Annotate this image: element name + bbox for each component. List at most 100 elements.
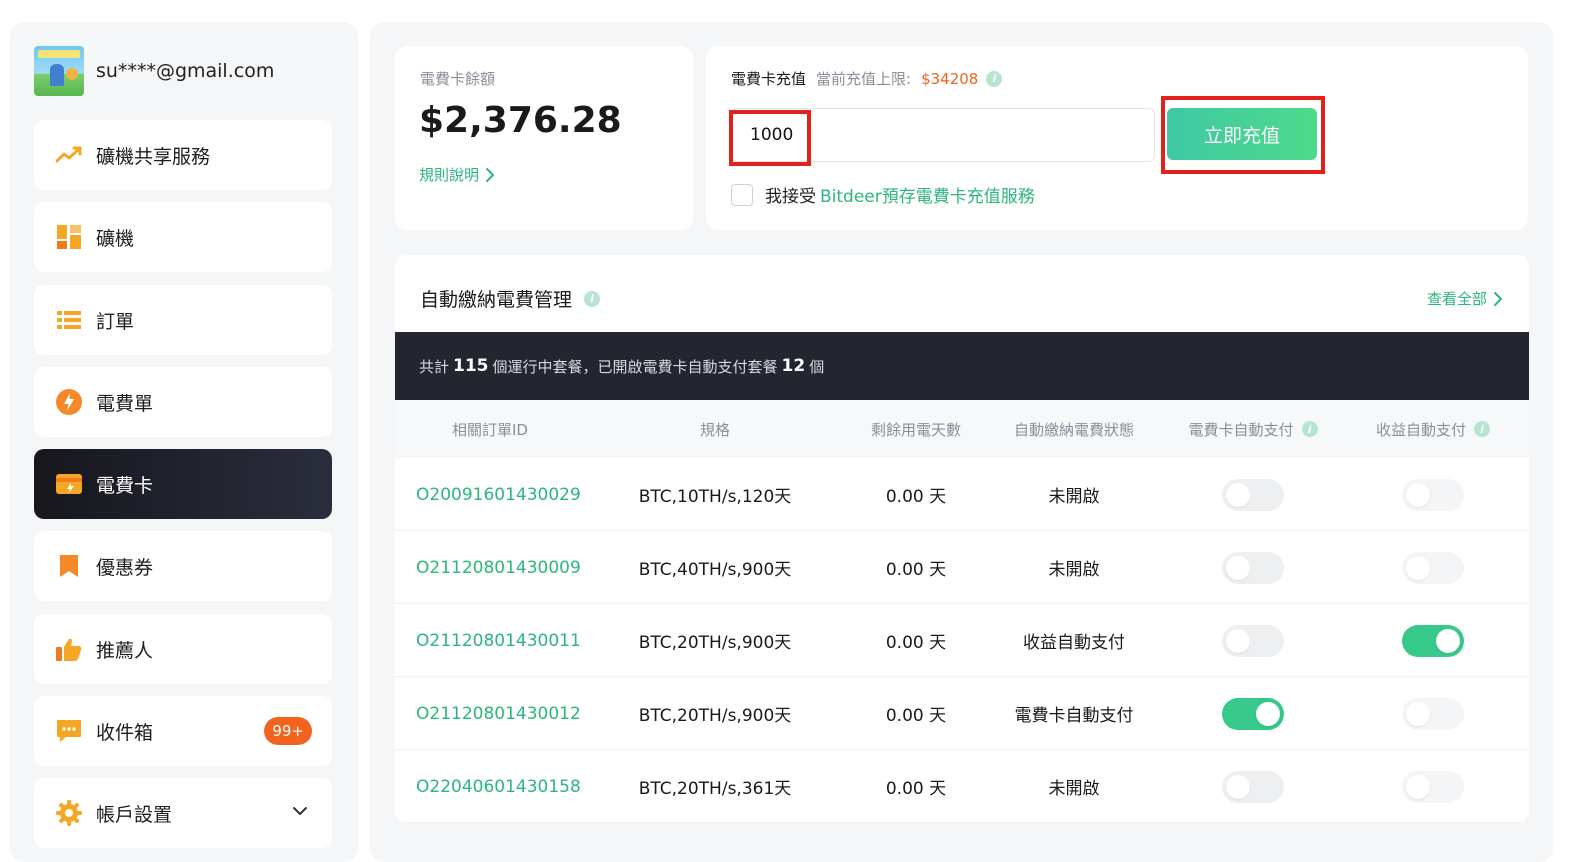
sidebar-item-electricity-bill[interactable]: 電費單 (34, 367, 332, 437)
auto-payment-card: 自動繳納電費管理 i 查看全部 共計 115 個運行中套餐，已開啟電費卡自動支付… (395, 255, 1529, 823)
sidebar-item-orders[interactable]: 訂單 (34, 285, 332, 355)
sidebar-item-inbox[interactable]: 收件箱 99+ (34, 696, 332, 766)
sidebar-item-mining-share[interactable]: 礦機共享服務 (34, 120, 332, 190)
card-auto-toggle[interactable] (1222, 478, 1284, 511)
table-row: O22040601430158 BTC,20TH/s,361天 0.00 天 未開啟 (395, 750, 1529, 823)
topup-header: 電費卡充值 當前充值上限: $34208 i (731, 68, 1003, 89)
spec-cell: BTC,20TH/s,900天 (638, 706, 792, 726)
sidebar: su****@gmail.com 礦機共享服務 礦機 訂單 電費單 電費卡 優惠… (10, 22, 358, 862)
chevron-down-icon[interactable] (292, 803, 308, 823)
agree-checkbox[interactable] (731, 183, 753, 206)
income-auto-toggle[interactable] (1402, 478, 1464, 511)
main-panel: 電費卡餘額 $2,376.28 規則說明 電費卡充值 當前充值上限: $3420… (370, 22, 1553, 862)
lightning-icon (56, 389, 82, 415)
card-auto-cell (1163, 458, 1343, 531)
spec-cell: BTC,10TH/s,120天 (638, 487, 792, 507)
rules-link-label: 規則說明 (419, 166, 480, 184)
income-auto-cell (1353, 750, 1513, 823)
agree-terms-link[interactable]: Bitdeer預存電費卡充值服務 (820, 182, 1035, 207)
info-icon[interactable]: i (1474, 421, 1490, 437)
income-auto-toggle[interactable] (1402, 697, 1464, 730)
order-id-link[interactable]: O21120801430009 (416, 531, 616, 604)
balance-value: $2,376.28 (419, 100, 622, 141)
agree-text: 我接受 (765, 187, 816, 207)
topup-card: 電費卡充值 當前充值上限: $34208 i 立即充值 我接受 Bitdeer預… (706, 46, 1528, 230)
order-id-link[interactable]: O21120801430012 (416, 677, 616, 750)
card-auto-toggle[interactable] (1222, 551, 1284, 584)
auto-payment-title: 自動繳納電費管理 (420, 289, 573, 311)
info-icon[interactable]: i (986, 70, 1003, 87)
grid-blocks-icon (56, 224, 82, 250)
topup-title: 電費卡充值 (731, 70, 807, 88)
table-row: O21120801430012 BTC,20TH/s,900天 0.00 天 電費卡自… (395, 677, 1529, 750)
topup-amount-input[interactable] (731, 108, 1155, 162)
sidebar-item-label: 礦機 (96, 227, 135, 250)
user-email: su****@gmail.com (96, 60, 275, 82)
balance-card: 電費卡餘額 $2,376.28 規則說明 (395, 46, 693, 230)
status-cell: 未開啟 (1048, 560, 1100, 580)
days-cell: 0.00 天 (885, 633, 947, 653)
sidebar-item-label: 優惠券 (96, 556, 154, 579)
card-auto-toggle[interactable] (1222, 697, 1284, 730)
summary-text: 共計 (419, 357, 450, 376)
days-cell: 0.00 天 (885, 560, 947, 580)
message-icon (56, 718, 82, 744)
days-cell: 0.00 天 (885, 487, 947, 507)
bookmark-icon (56, 553, 82, 579)
avatar (34, 46, 84, 96)
user-profile[interactable]: su****@gmail.com (34, 46, 274, 96)
column-header: 自動繳納電費狀態 (1013, 420, 1134, 439)
status-cell: 未開啟 (1048, 487, 1100, 507)
enabled-count: 12 (781, 356, 806, 376)
rules-link[interactable]: 規則說明 (419, 164, 495, 185)
income-auto-toggle[interactable] (1402, 624, 1464, 657)
order-id-link[interactable]: O21120801430011 (416, 604, 616, 677)
sidebar-item-label: 收件箱 (96, 721, 154, 744)
view-all-link[interactable]: 查看全部 (1427, 288, 1503, 309)
card-auto-cell (1163, 604, 1343, 677)
table-header: 相關訂單ID 規格 剩餘用電天數 自動繳納電費狀態 電費卡自動支付 i 收益自動… (395, 400, 1529, 458)
status-cell: 電費卡自動支付 (1014, 706, 1134, 726)
auto-payment-header: 自動繳納電費管理 i (420, 285, 601, 312)
topup-limit-value: $34208 (921, 69, 979, 88)
view-all-label: 查看全部 (1426, 290, 1487, 308)
table-row: O21120801430009 BTC,40TH/s,900天 0.00 天 未開啟 (395, 531, 1529, 604)
list-icon (56, 307, 82, 333)
column-header-card-auto: 電費卡自動支付 i (1163, 400, 1343, 458)
info-icon[interactable]: i (1301, 421, 1318, 437)
card-auto-cell (1163, 677, 1343, 750)
inbox-badge: 99+ (264, 717, 312, 745)
running-count: 115 (453, 356, 489, 376)
sidebar-item-miners[interactable]: 礦機 (34, 202, 332, 272)
sidebar-item-coupons[interactable]: 優惠券 (34, 531, 332, 601)
days-cell: 0.00 天 (885, 779, 947, 799)
order-id-link[interactable]: O22040601430158 (416, 750, 616, 823)
card-auto-toggle[interactable] (1222, 770, 1284, 803)
sidebar-item-referrer[interactable]: 推薦人 (34, 614, 332, 684)
card-auto-toggle[interactable] (1222, 624, 1284, 657)
sidebar-item-label: 礦機共享服務 (96, 145, 211, 168)
column-header: 電費卡自動支付 (1188, 420, 1294, 439)
income-auto-cell (1353, 458, 1513, 531)
sidebar-item-label: 電費卡 (96, 474, 154, 497)
spec-cell: BTC,20TH/s,900天 (638, 633, 792, 653)
income-auto-toggle[interactable] (1402, 770, 1464, 803)
agree-row: 我接受 Bitdeer預存電費卡充值服務 (731, 182, 1035, 207)
summary-text: 個運行中套餐，已開啟電費卡自動支付套餐 (492, 357, 778, 376)
spec-cell: BTC,20TH/s,361天 (638, 779, 792, 799)
income-auto-cell (1353, 531, 1513, 604)
column-header-income-auto: 收益自動支付 i (1353, 400, 1513, 458)
sidebar-item-label: 訂單 (96, 310, 135, 333)
days-cell: 0.00 天 (885, 706, 947, 726)
status-cell: 未開啟 (1048, 779, 1100, 799)
sidebar-item-electricity-card[interactable]: 電費卡 (34, 449, 332, 519)
summary-bar: 共計 115 個運行中套餐，已開啟電費卡自動支付套餐 12 個 (395, 332, 1529, 400)
topup-now-button[interactable]: 立即充值 (1167, 108, 1317, 160)
card-auto-cell (1163, 531, 1343, 604)
sidebar-item-account-settings[interactable]: 帳戶設置 (34, 778, 332, 848)
info-icon[interactable]: i (584, 290, 601, 307)
chevron-right-icon (485, 167, 495, 183)
income-auto-toggle[interactable] (1402, 551, 1464, 584)
order-id-link[interactable]: O20091601430029 (416, 458, 616, 531)
spec-cell: BTC,40TH/s,900天 (638, 560, 792, 580)
